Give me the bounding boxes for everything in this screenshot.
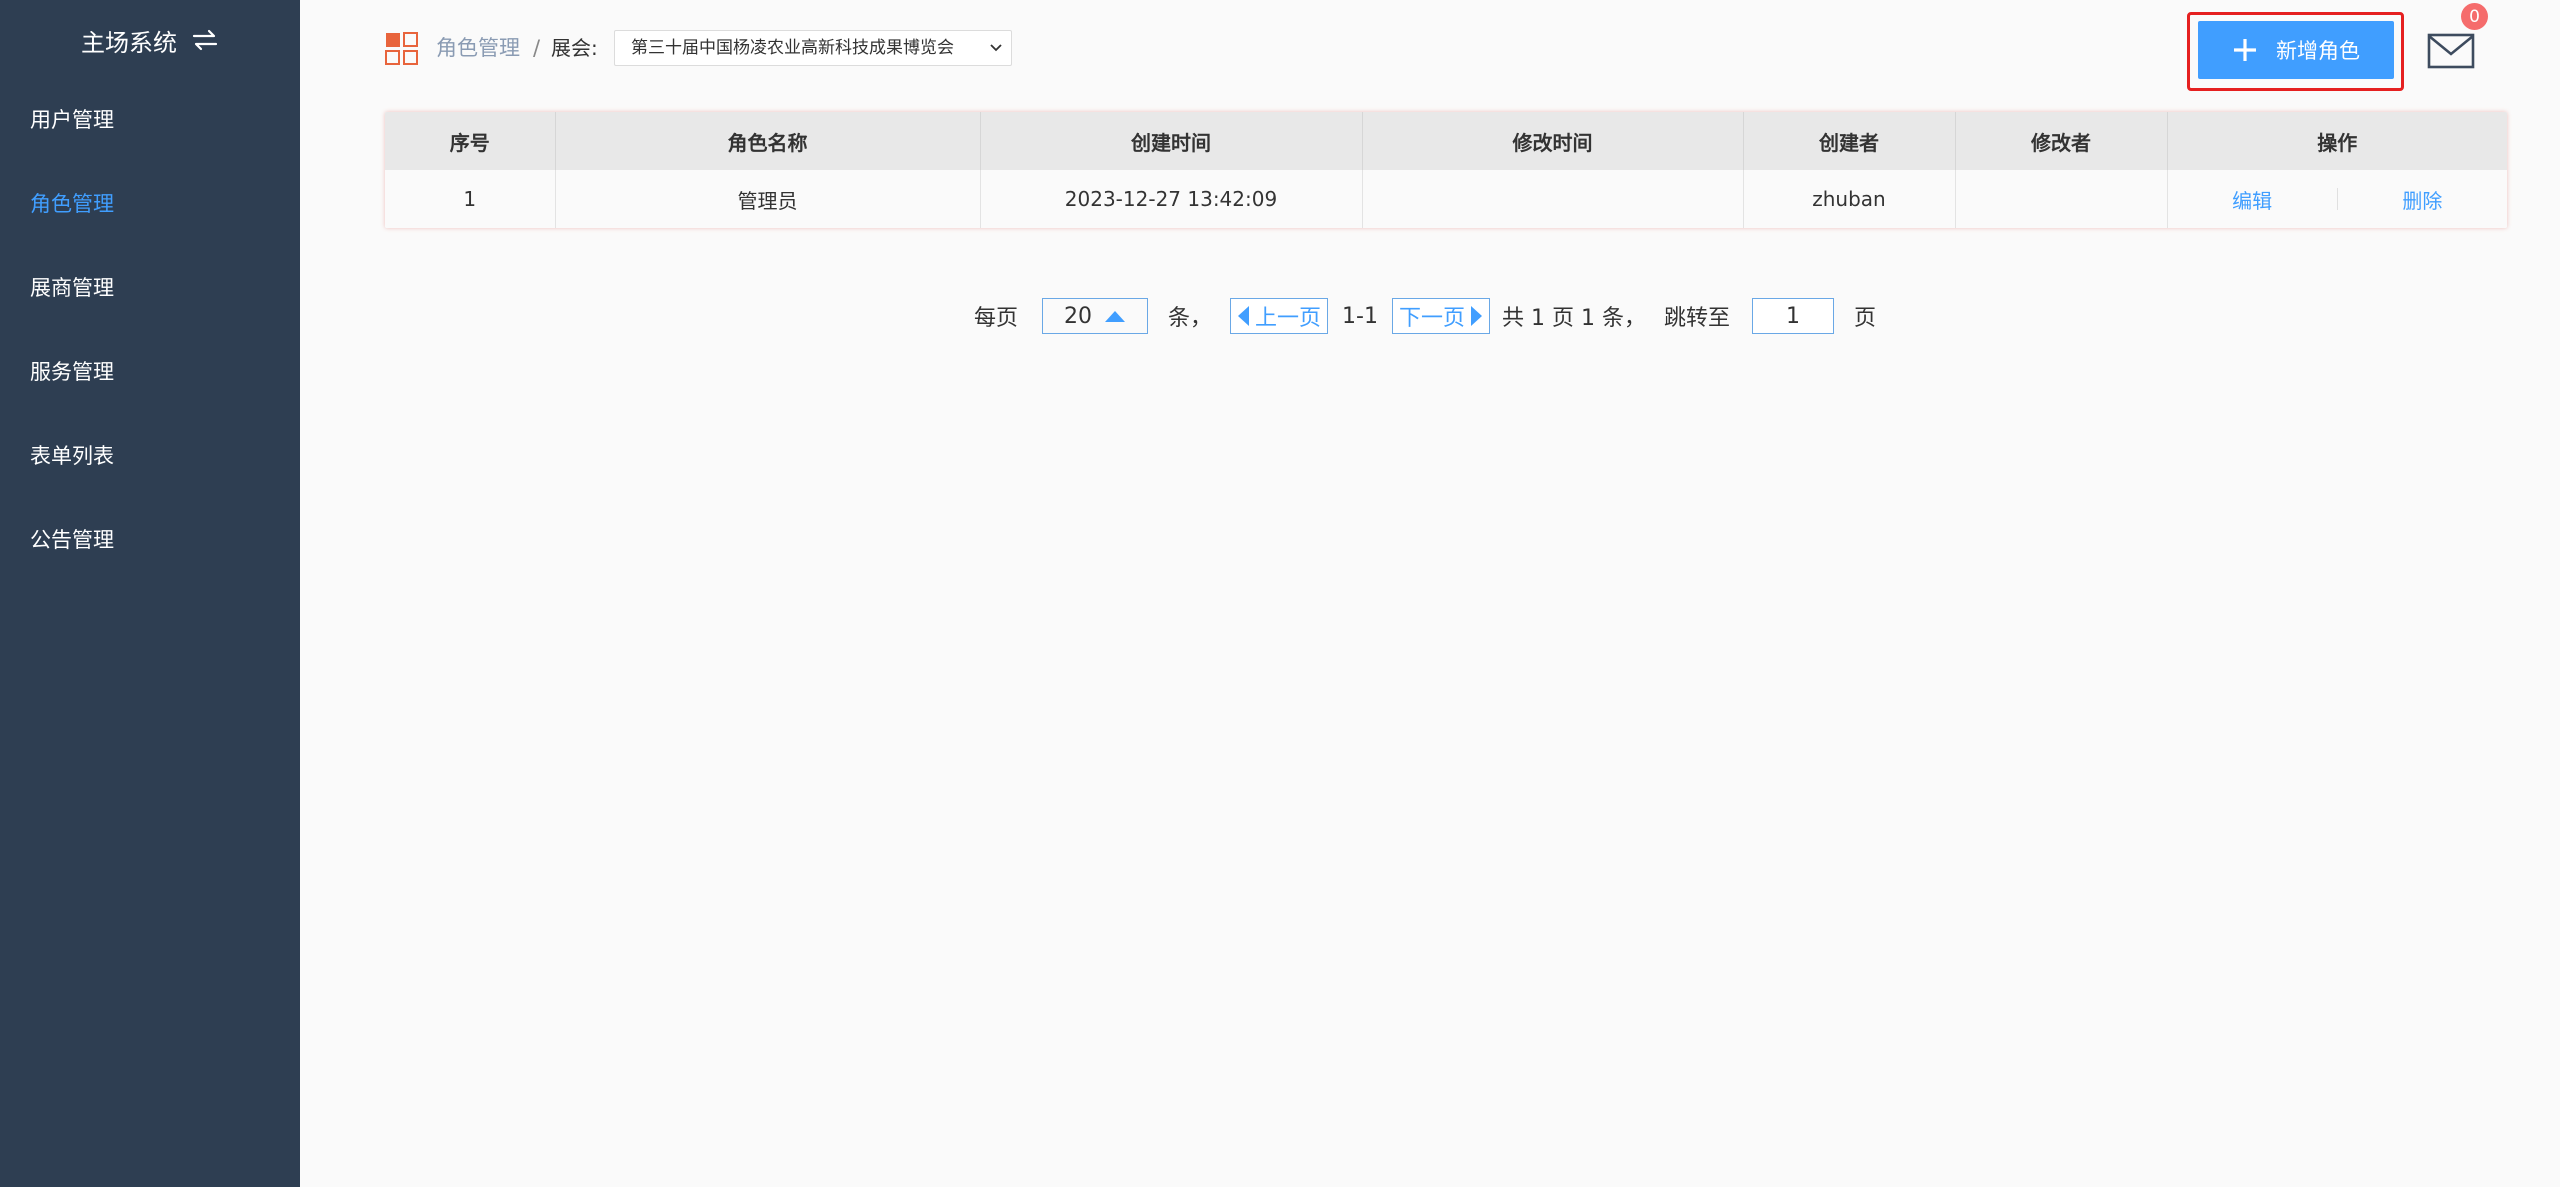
- roles-table: 序号 角色名称 创建时间 修改时间 创建者 修改者 操作 1 管理员 2023-…: [385, 112, 2507, 228]
- unit-label: 条，: [1168, 306, 1213, 331]
- column-header-role-name: 角色名称: [555, 112, 981, 170]
- jump-label: 跳转至: [1663, 306, 1730, 331]
- breadcrumb-separator: /: [533, 36, 541, 60]
- column-header-created-at: 创建时间: [980, 112, 1363, 170]
- sidebar-menu: 用户管理 角色管理 展商管理 服务管理 表单列表 公告管理: [0, 94, 300, 598]
- column-header-modifier: 修改者: [1955, 112, 2168, 170]
- prev-page-button[interactable]: 上一页: [1230, 298, 1329, 334]
- page-size-value: 20: [1064, 303, 1093, 329]
- chevron-down-icon: [989, 31, 1003, 65]
- cell-modified-at: [1362, 170, 1744, 228]
- table-row: 1 管理员 2023-12-27 13:42:09 zhuban 编辑 删除: [385, 170, 2507, 228]
- column-header-actions: 操作: [2167, 112, 2507, 170]
- next-page-button[interactable]: 下一页: [1391, 298, 1490, 334]
- sidebar-item-exhibitors[interactable]: 展商管理: [0, 262, 300, 346]
- jump-page-input[interactable]: [1751, 298, 1834, 334]
- page-range: 1-1: [1342, 303, 1378, 329]
- system-title: 主场系统: [81, 28, 177, 57]
- pagination: 每页 20 条， 上一页 1-1 下一页 共 1 页 1 条， 跳转至 页: [974, 296, 1876, 336]
- column-header-modified-at: 修改时间: [1362, 112, 1744, 170]
- system-switcher[interactable]: 主场系统: [0, 20, 300, 60]
- sidebar-item-users[interactable]: 用户管理: [0, 94, 300, 178]
- page-unit-label: 页: [1853, 306, 1876, 331]
- app-root: 主场系统 用户管理 角色管理 展商管理 服务管理 表单列表 公告管理 角色管理: [0, 0, 2560, 1187]
- page-size-select[interactable]: 20: [1042, 298, 1149, 334]
- expo-select[interactable]: 第三十届中国杨凌农业高新科技成果博览会: [614, 30, 1012, 66]
- swap-icon[interactable]: [191, 29, 219, 51]
- mail-icon[interactable]: [2427, 33, 2475, 69]
- table-header-row: 序号 角色名称 创建时间 修改时间 创建者 修改者 操作: [385, 112, 2507, 170]
- triangle-left-icon: [1237, 305, 1251, 327]
- next-page-label: 下一页: [1398, 306, 1465, 331]
- column-header-creator: 创建者: [1743, 112, 1956, 170]
- breadcrumb-current[interactable]: 角色管理: [436, 31, 520, 65]
- delete-link[interactable]: 删除: [2338, 185, 2507, 214]
- cell-role-name: 管理员: [555, 170, 981, 228]
- cell-created-at: 2023-12-27 13:42:09: [980, 170, 1363, 228]
- expo-select-value: 第三十届中国杨凌农业高新科技成果博览会: [631, 38, 954, 58]
- column-header-index: 序号: [385, 112, 556, 170]
- cell-actions: 编辑 删除: [2167, 170, 2507, 228]
- per-page-label: 每页: [974, 306, 1019, 331]
- sidebar-item-announcements[interactable]: 公告管理: [0, 514, 300, 598]
- add-role-label: 新增角色: [2276, 39, 2360, 63]
- sidebar-item-roles[interactable]: 角色管理: [0, 178, 300, 262]
- sidebar-item-forms[interactable]: 表单列表: [0, 430, 300, 514]
- grid-icon: [385, 32, 418, 65]
- notification-badge: 0: [2461, 3, 2488, 30]
- add-role-button[interactable]: 新增角色: [2198, 21, 2394, 79]
- triangle-right-icon: [1469, 305, 1483, 327]
- prev-page-label: 上一页: [1255, 306, 1322, 331]
- triangle-up-icon: [1104, 309, 1126, 323]
- edit-link[interactable]: 编辑: [2168, 185, 2337, 214]
- page-summary: 共 1 页 1 条，: [1502, 306, 1646, 331]
- sidebar: 主场系统 用户管理 角色管理 展商管理 服务管理 表单列表 公告管理: [0, 0, 300, 1187]
- cell-modifier: [1955, 170, 2168, 228]
- plus-icon: [2232, 37, 2258, 63]
- expo-label: 展会:: [551, 36, 598, 60]
- cell-creator: zhuban: [1743, 170, 1956, 228]
- sidebar-item-services[interactable]: 服务管理: [0, 346, 300, 430]
- cell-index: 1: [385, 170, 556, 228]
